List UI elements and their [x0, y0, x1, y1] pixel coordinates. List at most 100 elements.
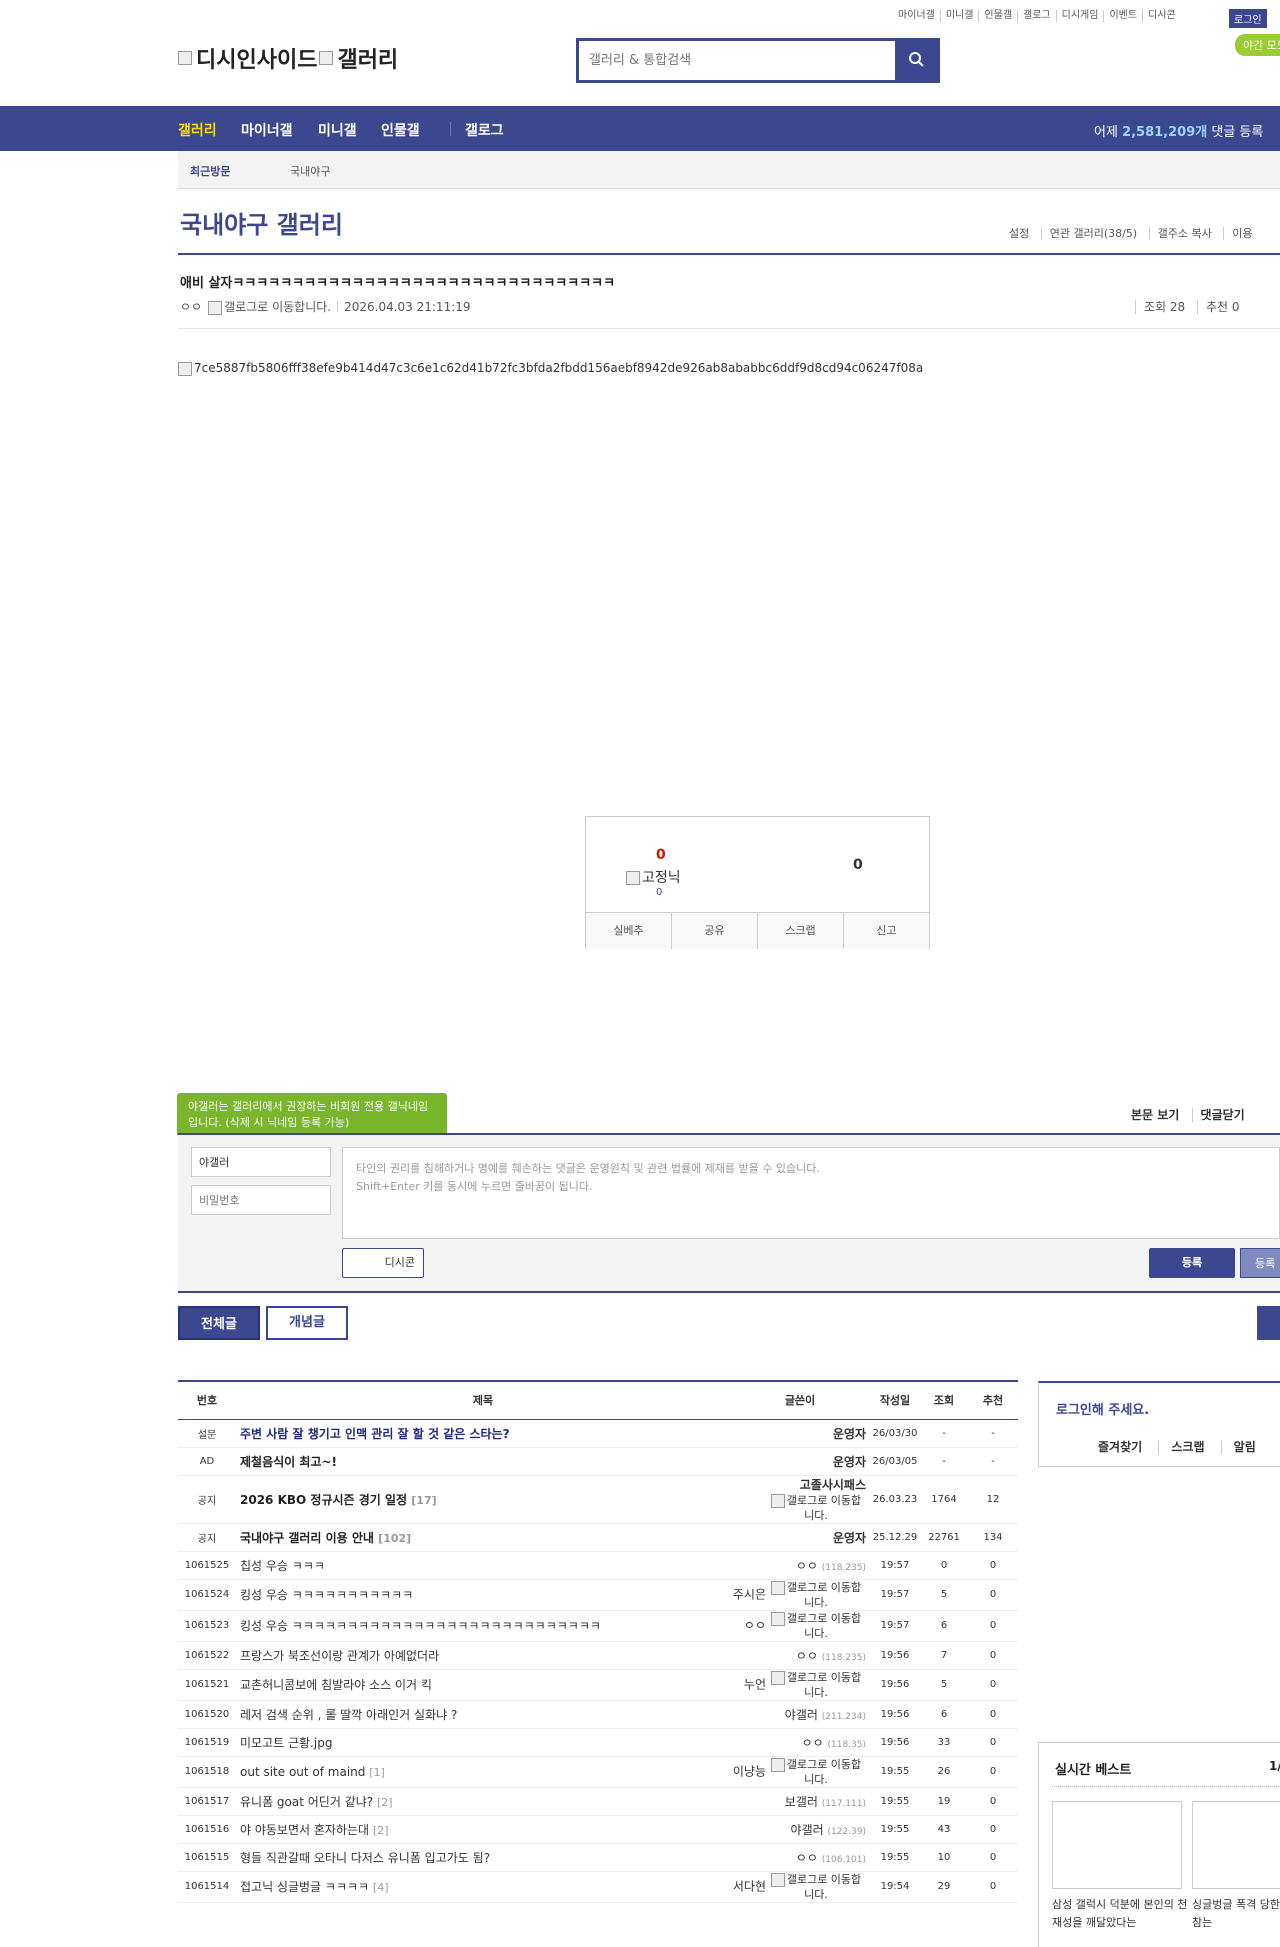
post-subject[interactable]: 야 야동보면서 혼자하는대 [2] — [236, 1815, 730, 1844]
gallog-link[interactable]: 갤로그로 이동합니다. — [766, 1872, 866, 1902]
subject-text[interactable]: 국내야구 갤러리 이용 안내 — [240, 1531, 374, 1545]
post-writer[interactable]: ㅇㅇ (106.101) — [730, 1843, 870, 1872]
util-link[interactable]: 이벤트 — [1103, 10, 1142, 22]
writer-nick[interactable]: 보갤러 — [785, 1795, 818, 1809]
writer-nick[interactable]: 야갤러 — [785, 1708, 818, 1722]
gallog-link[interactable]: 갤로그로 이동합니다. — [766, 1611, 866, 1641]
reply-count[interactable]: [102] — [378, 1532, 411, 1545]
reply-count[interactable]: [4] — [373, 1881, 389, 1894]
recommend-down-count[interactable]: 0 — [853, 857, 863, 873]
post-writer[interactable]: ㅇㅇ (118.235) — [730, 1551, 870, 1580]
post-writer[interactable]: 운영자 — [730, 1523, 870, 1552]
subject-text[interactable]: out site out of maind — [240, 1765, 365, 1779]
writer-nick[interactable]: 운영자 — [833, 1455, 866, 1469]
post-writer[interactable]: ㅇㅇ (118.35) — [730, 1728, 870, 1757]
reply-count[interactable]: [1] — [369, 1766, 385, 1779]
tab-concept-posts[interactable]: 개념글 — [266, 1306, 348, 1340]
search-button[interactable] — [895, 41, 937, 80]
table-row[interactable]: 1061516 야 야동보면서 혼자하는대 [2] 야갤러 (122.39) 19:5… — [178, 1815, 1018, 1844]
usage-link[interactable]: 이용 — [1223, 227, 1261, 240]
post-subject[interactable]: 킹성 우승 ㅋㅋㅋㅋㅋㅋㅋㅋㅋㅋㅋ — [236, 1579, 730, 1611]
writer-nick[interactable]: 누언 — [744, 1677, 766, 1691]
favorites-link[interactable]: 즐겨찾기 — [1086, 1440, 1154, 1454]
search-input[interactable] — [579, 41, 895, 80]
gallog-link[interactable]: 갤로그로 이동합니다. — [766, 1493, 866, 1523]
table-row[interactable]: AD 제철음식이 최고~! 운영자 26/03/05- - — [178, 1447, 1018, 1476]
subject-text[interactable]: 접고닉 싱글벙글 ㅋㅋㅋㅋ — [240, 1880, 369, 1894]
util-link[interactable]: 마이너갤 — [893, 10, 940, 22]
writer-nick[interactable]: 서다현 — [733, 1879, 766, 1893]
post-subject[interactable]: 프랑스가 북조선이랑 관계가 아예없더라 — [236, 1641, 730, 1670]
util-link[interactable]: 디시게임 — [1055, 10, 1104, 22]
table-row[interactable]: 공지 2026 KBO 정규시즌 경기 일정 [17] 고졸사시패스갤로그로 이동합… — [178, 1475, 1018, 1524]
write-button[interactable] — [1257, 1306, 1280, 1340]
post-writer[interactable]: 야갤러 (211.234) — [730, 1700, 870, 1729]
scrap-link[interactable]: 스크랩 — [1158, 1440, 1217, 1454]
post-writer[interactable]: ㅇㅇ (118.235) — [730, 1641, 870, 1670]
close-comments-link[interactable]: 댓글닫기 — [1191, 1108, 1253, 1122]
report-button[interactable]: 신고 — [843, 913, 929, 949]
util-link[interactable]: 미니갤 — [939, 10, 979, 22]
nav-minor-gallery[interactable]: 마이너갤 — [241, 120, 293, 140]
gallog-link[interactable]: 갤로그로 이동합니다. — [766, 1670, 866, 1700]
recent-visit-item[interactable]: 국내야구 — [290, 163, 330, 179]
post-image[interactable]: 7ce5887fb5806fff38efe9b414d47c3c6e1c62d4… — [178, 361, 923, 376]
post-subject[interactable]: 제철음식이 최고~! — [236, 1447, 730, 1476]
best-caption[interactable]: 삼성 갤럭시 덕분에 본인의 천재성을 깨달았다는 — [1052, 1896, 1188, 1932]
writer-nick[interactable]: 운영자 — [833, 1531, 866, 1545]
writer-nick[interactable]: 고졸사시패스 — [800, 1478, 866, 1492]
post-writer[interactable]: 운영자 — [730, 1447, 870, 1476]
post-subject[interactable]: 미모고트 근황.jpg — [236, 1728, 730, 1757]
reply-count[interactable]: [17] — [411, 1494, 436, 1507]
writer-nick[interactable]: ㅇㅇ — [796, 1559, 818, 1573]
night-mode-button[interactable]: 야간 모드 — [1235, 34, 1280, 56]
login-prompt[interactable]: 로그인해 주세요. — [1056, 1399, 1149, 1418]
scrap-button[interactable]: 스크랩 — [757, 913, 843, 949]
post-subject[interactable]: 교촌허니콤보에 침발라야 소스 이거 킥 — [236, 1669, 730, 1701]
best-caption[interactable]: 싱글벙글 폭격 당한 사람도 못 참는 — [1192, 1896, 1280, 1932]
post-subject[interactable]: 칩성 우승 ㅋㅋㅋ — [236, 1551, 730, 1580]
gallog-link[interactable]: 갤로그로 이동합니다. — [208, 298, 331, 315]
best-thumbnail[interactable] — [1192, 1801, 1280, 1889]
recommend-up-count[interactable]: 0 — [656, 847, 666, 863]
subject-text[interactable]: 레저 검색 순위 , 롤 딸깍 아래인거 실화냐 ? — [240, 1708, 457, 1722]
login-button[interactable]: 로그인 — [1229, 9, 1267, 28]
table-row[interactable]: 1061515 형들 직관갈때 오타니 다저스 유니폼 입고가도 됨? ㅇㅇ (10… — [178, 1843, 1018, 1872]
nav-gallery[interactable]: 갤러리 — [178, 120, 217, 140]
comment-textarea[interactable]: 타인의 권리를 침해하거나 명예를 훼손하는 댓글은 운영원칙 및 관련 법률에… — [342, 1147, 1280, 1239]
table-row[interactable]: 1061522 프랑스가 북조선이랑 관계가 아예없더라 ㅇㅇ (118.235) 1… — [178, 1641, 1018, 1670]
table-row[interactable]: 1061525 칩성 우승 ㅋㅋㅋ ㅇㅇ (118.235) 19:57 0 0 — [178, 1551, 1018, 1580]
gallog-link[interactable]: 갤로그로 이동합니다. — [766, 1757, 866, 1787]
post-writer[interactable]: ㅇㅇ 갤로그로 이동합니다. — [730, 1610, 870, 1642]
view-post-link[interactable]: 본문 보기 — [1123, 1108, 1187, 1122]
subject-text[interactable]: 유니폼 goat 어딘거 같냐? — [240, 1795, 373, 1809]
reply-count[interactable]: [2] — [373, 1824, 389, 1837]
table-row[interactable]: 1061517 유니폼 goat 어딘거 같냐? [2] 보갤러 (117.111)… — [178, 1787, 1018, 1816]
subject-text[interactable]: 킹성 우승 ㅋㅋㅋㅋㅋㅋㅋㅋㅋㅋㅋ — [240, 1588, 413, 1602]
site-logo[interactable]: 디시인사이드 갤러리 — [178, 42, 398, 74]
subject-text[interactable]: 프랑스가 북조선이랑 관계가 아예없더라 — [240, 1649, 439, 1663]
subject-text[interactable]: 칩성 우승 ㅋㅋㅋ — [240, 1559, 325, 1573]
best-thumbnail[interactable] — [1052, 1801, 1182, 1889]
nav-person-gallery[interactable]: 인물갤 — [381, 120, 420, 140]
post-writer[interactable]: 야갤러 (122.39) — [730, 1815, 870, 1844]
post-subject[interactable]: 형들 직관갈때 오타니 다저스 유니폼 입고가도 됨? — [236, 1843, 730, 1872]
subject-text[interactable]: 야 야동보면서 혼자하는대 — [240, 1823, 369, 1837]
post-subject[interactable]: 유니폼 goat 어딘거 같냐? [2] — [236, 1787, 730, 1816]
post-writer[interactable]: ㅇㅇ — [180, 298, 202, 315]
post-writer[interactable]: 운영자 — [730, 1419, 870, 1448]
writer-nick[interactable]: ㅇㅇ — [802, 1736, 824, 1750]
nav-gallog[interactable]: 갤로그 — [465, 120, 504, 140]
writer-nick[interactable]: ㅇㅇ — [796, 1851, 818, 1865]
table-row[interactable]: 1061524 킹성 우승 ㅋㅋㅋㅋㅋㅋㅋㅋㅋㅋㅋ 주시은 갤로그로 이동합니다. 19… — [178, 1579, 1018, 1611]
table-row[interactable]: 1061523 킹성 우승 ㅋㅋㅋㅋㅋㅋㅋㅋㅋㅋㅋㅋㅋㅋㅋㅋㅋㅋㅋㅋㅋㅋㅋㅋㅋㅋㅋ… — [178, 1610, 1018, 1642]
util-link[interactable]: 갤로그 — [1017, 10, 1056, 22]
post-subject[interactable]: 국내야구 갤러리 이용 안내 [102] — [236, 1523, 730, 1552]
post-subject[interactable]: 킹성 우승 ㅋㅋㅋㅋㅋㅋㅋㅋㅋㅋㅋㅋㅋㅋㅋㅋㅋㅋㅋㅋㅋㅋㅋㅋㅋㅋㅋㅋ — [236, 1610, 730, 1642]
share-button[interactable]: 공유 — [671, 913, 757, 949]
writer-nick[interactable]: 운영자 — [833, 1427, 866, 1441]
util-link[interactable]: 인물갤 — [978, 10, 1017, 22]
writer-nick[interactable]: 주시은 — [733, 1587, 766, 1601]
post-subject[interactable]: 접고닉 싱글벙글 ㅋㅋㅋㅋ [4] — [236, 1871, 730, 1903]
writer-nick[interactable]: ㅇㅇ — [744, 1618, 766, 1632]
